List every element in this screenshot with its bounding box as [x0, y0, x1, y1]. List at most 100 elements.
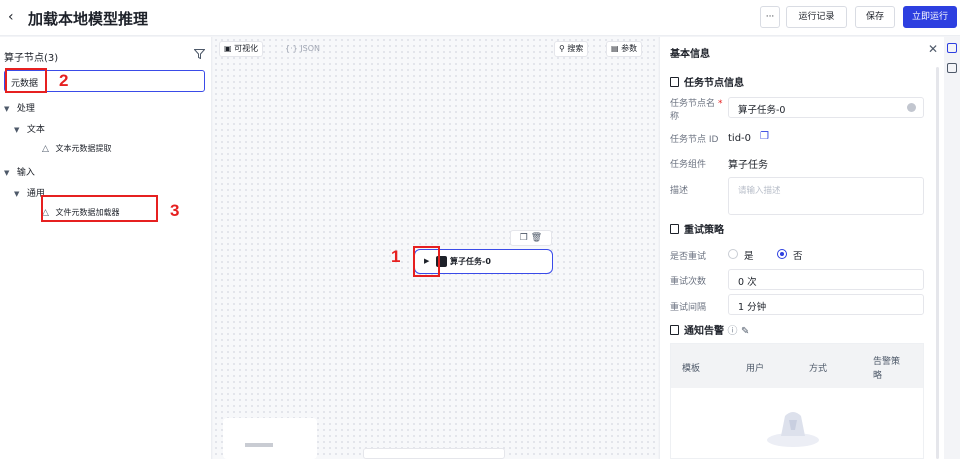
required-mark: *	[718, 99, 723, 109]
description-placeholder: 请输入描述	[738, 186, 781, 196]
params-button[interactable]: ▤ 参数	[606, 41, 643, 57]
annotation-number-1: 1	[391, 247, 401, 266]
tree-group-text[interactable]: ▼ 文本	[14, 122, 45, 135]
more-button[interactable]: ···	[760, 6, 780, 28]
retry-label: 是否重试	[670, 252, 707, 262]
params-label: 参数	[621, 44, 638, 53]
copy-icon[interactable]: ❐	[520, 233, 528, 243]
alert-table: 模板 用户 方式 告警策 略	[670, 343, 924, 459]
column-template: 模板	[682, 364, 701, 374]
page-title: 加载本地模型推理	[28, 10, 149, 28]
code-icon: {·}	[285, 44, 298, 53]
annotation-box-2	[5, 68, 47, 93]
copy-icon[interactable]: ❐	[760, 131, 769, 142]
json-tab[interactable]: {·} JSON	[280, 41, 325, 57]
component-label: 任务组件	[670, 160, 707, 170]
back-arrow-icon[interactable]: ‹	[8, 9, 14, 25]
retry-interval-label: 重试间隔	[670, 303, 707, 313]
run-history-button[interactable]: 运行记录	[786, 6, 847, 28]
caret-down-icon: ▼	[4, 105, 10, 113]
basic-info-icon[interactable]	[947, 43, 957, 53]
column-method: 方式	[809, 364, 828, 374]
section-title: 通知告警	[684, 326, 724, 337]
tree-group-input[interactable]: ▼ 输入	[4, 165, 35, 178]
params-icon: ▤	[611, 44, 619, 53]
document-icon	[670, 224, 679, 234]
document-icon	[670, 325, 679, 335]
edit-icon[interactable]: ✎	[741, 326, 749, 337]
retry-interval-input[interactable]: 1 分钟	[728, 294, 924, 315]
id-label: 任务节点 ID	[670, 135, 719, 145]
delete-icon[interactable]: 🗑	[531, 233, 542, 243]
column-user: 用户	[746, 364, 765, 374]
description-textarea[interactable]: 请输入描述	[728, 177, 924, 215]
retry-yes-label: 是	[744, 251, 754, 262]
node-label: 算子任务-0	[450, 257, 491, 266]
name-label: 任务节点名 * 称	[670, 98, 723, 124]
section-retry-policy: 重试策略	[670, 221, 724, 236]
top-bar: ‹ 加载本地模型推理 ··· 运行记录 保存 立即运行	[0, 0, 960, 36]
column-alert-policy: 告警策	[873, 357, 901, 367]
minimap-viewport	[245, 443, 273, 447]
section-title: 任务节点信息	[684, 78, 744, 89]
canvas-search-label: 搜索	[567, 44, 584, 53]
visual-tab[interactable]: ▣ 可视化	[219, 41, 264, 57]
save-button[interactable]: 保存	[855, 6, 895, 28]
tree-label: 输入	[16, 168, 35, 178]
component-value: 算子任务	[728, 160, 768, 171]
retry-no-radio[interactable]	[777, 249, 787, 259]
filter-icon[interactable]	[194, 49, 205, 59]
operator-panel: 算子节点(3) 元数据 ▼ 处理 ▼ 文本 △ 文本元数据提取 ▼ 输入 ▼ 通…	[0, 37, 212, 459]
help-icon[interactable]: ⓘ	[727, 326, 737, 337]
caret-down-icon: ▼	[14, 190, 20, 198]
annotation-box-3	[41, 195, 158, 222]
settings-icon[interactable]	[947, 63, 957, 73]
operator-icon: △	[42, 144, 49, 154]
table-header: 模板 用户 方式 告警策 略	[671, 344, 923, 388]
search-icon: ⚲	[559, 44, 565, 53]
retry-no-label: 否	[793, 251, 803, 262]
section-task-info: 任务节点信息	[670, 74, 744, 89]
section-notification: 通知告警 ⓘ ✎	[670, 322, 749, 337]
task-id-value: tid-0	[728, 133, 752, 144]
panel-title: 基本信息	[670, 49, 710, 60]
caret-down-icon: ▼	[4, 169, 10, 177]
name-label-line1: 任务节点名	[670, 99, 716, 109]
run-now-button[interactable]: 立即运行	[903, 6, 957, 28]
minimap[interactable]	[223, 418, 317, 459]
name-label-line2: 称	[670, 112, 680, 122]
column-alert-policy-wrap: 略	[873, 371, 883, 381]
section-title: 重试策略	[684, 225, 724, 236]
tree-label: 文本	[26, 125, 45, 135]
operator-panel-title: 算子节点(3)	[4, 53, 59, 64]
empty-state-icon	[767, 412, 819, 447]
tree-label: 处理	[16, 104, 35, 114]
visual-tab-label: 可视化	[234, 44, 259, 53]
retry-count-value: 0 次	[738, 277, 757, 288]
properties-panel: 基本信息 ✕ 任务节点信息 任务节点名 * 称 算子任务-0 任务节点 ID ti…	[659, 37, 944, 459]
task-name-value: 算子任务-0	[738, 105, 786, 116]
tree-item-text-metadata-extract[interactable]: △ 文本元数据提取	[42, 143, 112, 154]
annotation-box-1	[413, 246, 440, 277]
clear-icon[interactable]	[907, 103, 916, 112]
retry-yes-radio[interactable]	[728, 249, 738, 259]
retry-count-input[interactable]: 0 次	[728, 269, 924, 290]
task-name-input[interactable]: 算子任务-0	[728, 97, 924, 118]
json-tab-label: JSON	[300, 44, 320, 53]
tree-label: 文本元数据提取	[55, 144, 112, 153]
scrollbar[interactable]	[936, 67, 939, 459]
side-toolbar	[945, 37, 960, 459]
document-icon	[670, 77, 679, 87]
retry-count-label: 重试次数	[670, 277, 707, 287]
zoom-controls[interactable]	[363, 448, 505, 459]
desc-label: 描述	[670, 186, 689, 196]
tree-group-process[interactable]: ▼ 处理	[4, 101, 35, 114]
annotation-number-2: 2	[59, 71, 69, 90]
node-toolbar: ❐ 🗑	[510, 230, 552, 246]
close-icon[interactable]: ✕	[928, 42, 938, 56]
annotation-number-3: 3	[170, 201, 180, 220]
canvas-search-button[interactable]: ⚲ 搜索	[554, 41, 589, 57]
retry-interval-value: 1 分钟	[738, 302, 767, 313]
caret-down-icon: ▼	[14, 126, 20, 134]
visual-icon: ▣	[224, 44, 232, 53]
